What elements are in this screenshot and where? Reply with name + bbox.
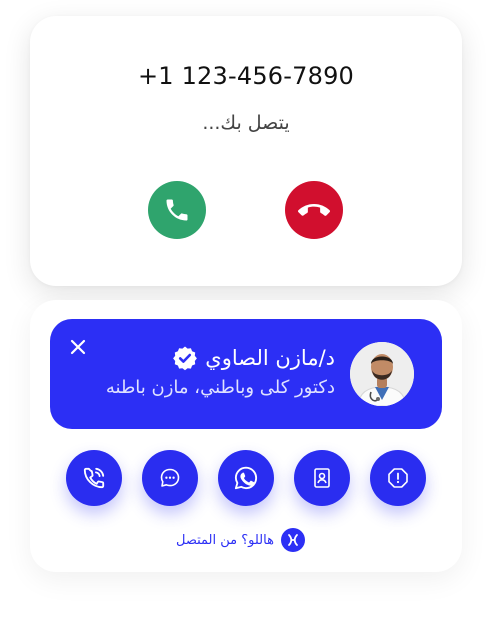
phone-hangup-icon — [298, 204, 330, 216]
caller-phone-number: +1 123-456-7890 — [137, 62, 355, 90]
alert-octagon-icon — [388, 468, 408, 488]
incoming-call-card: +1 123-456-7890 يتصل بك... — [30, 16, 462, 286]
whatsapp-button[interactable] — [218, 450, 274, 506]
contact-card-icon — [314, 468, 330, 488]
chat-bubble-icon — [160, 468, 180, 487]
caller-name: د/مازن الصاوي — [205, 346, 335, 370]
save-contact-button[interactable] — [294, 450, 350, 506]
footer-tagline: هاللو؟ من المتصل — [176, 532, 274, 548]
close-icon — [70, 339, 86, 355]
caller-id-banner: د/مازن الصاوي دكتور كلى وباطني، مازن باط… — [50, 319, 442, 429]
caller-name-row: د/مازن الصاوي — [172, 345, 335, 371]
calling-status-text: يتصل بك... — [202, 112, 290, 134]
close-banner-button[interactable] — [67, 336, 89, 358]
call-back-button[interactable] — [66, 450, 122, 506]
send-message-button[interactable] — [142, 450, 198, 506]
verified-badge-icon — [173, 346, 198, 371]
whatsapp-icon — [234, 466, 258, 490]
caller-avatar — [350, 342, 414, 406]
phone-icon — [166, 199, 188, 221]
report-spam-button[interactable] — [370, 450, 426, 506]
accept-call-button[interactable] — [148, 181, 206, 239]
hallo-logo-icon — [280, 528, 305, 552]
footer-branding: هاللو؟ من المتصل — [176, 528, 305, 552]
phone-call-icon — [83, 467, 105, 489]
doctor-avatar-image — [350, 342, 414, 406]
decline-call-button[interactable] — [285, 181, 343, 239]
caller-subtitle: دكتور كلى وباطني، مازن باطنه — [105, 377, 335, 398]
